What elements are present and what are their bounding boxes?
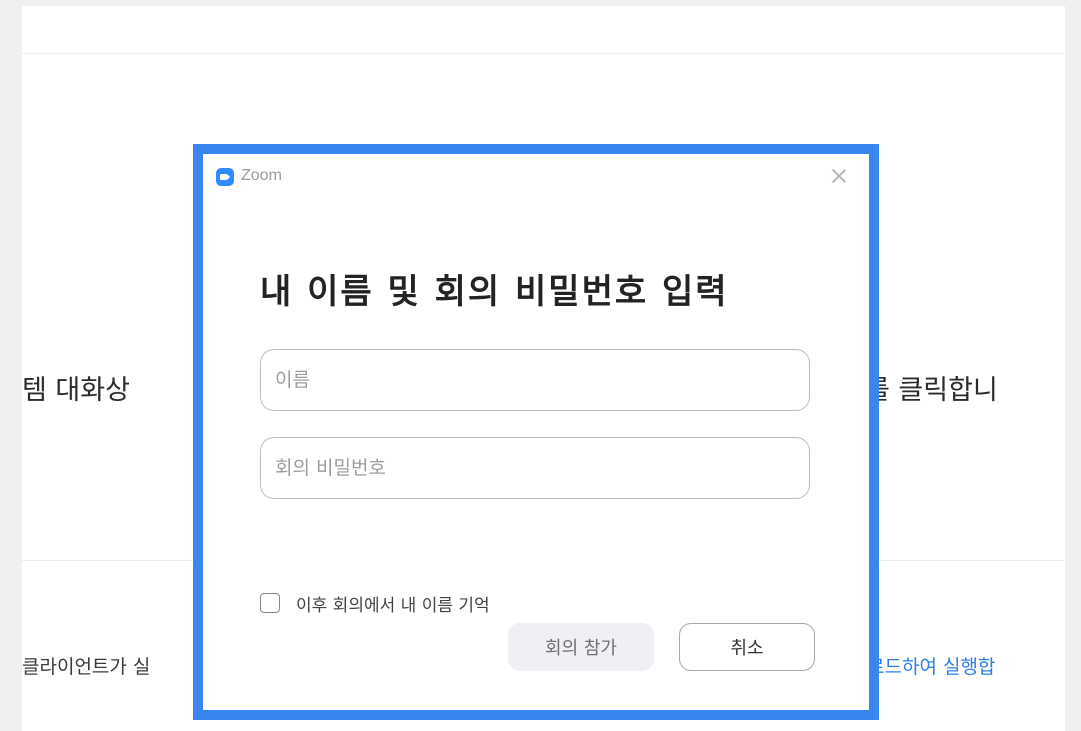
client-text-left: 클라이언트가 실 xyxy=(22,656,151,678)
remember-name-label: 이후 회의에서 내 이름 기억 xyxy=(296,595,490,616)
cancel-button[interactable]: 취소 xyxy=(679,623,815,671)
instruction-text-left: 템 대화상 xyxy=(22,375,130,406)
name-input[interactable] xyxy=(260,349,810,411)
divider xyxy=(22,53,1065,54)
download-link-text[interactable]: 로드하여 실행합 xyxy=(867,652,995,679)
zoom-logo-icon xyxy=(216,168,234,186)
instruction-text-right: 를 클릭합니 xyxy=(865,375,998,406)
dialog-app-title: Zoom xyxy=(241,167,282,184)
dialog-titlebar: Zoom xyxy=(203,154,869,194)
join-meeting-button[interactable]: 회의 참가 xyxy=(508,623,654,671)
zoom-join-dialog: Zoom 내 이름 및 회의 비밀번호 입력 이후 회의에서 내 이름 기억 회… xyxy=(193,144,879,720)
meeting-password-input[interactable] xyxy=(260,437,810,499)
remember-name-checkbox[interactable] xyxy=(260,593,280,613)
dialog-heading: 내 이름 및 회의 비밀번호 입력 xyxy=(260,272,729,312)
remember-name-option[interactable]: 이후 회의에서 내 이름 기억 xyxy=(260,591,490,616)
close-icon[interactable] xyxy=(829,166,849,186)
